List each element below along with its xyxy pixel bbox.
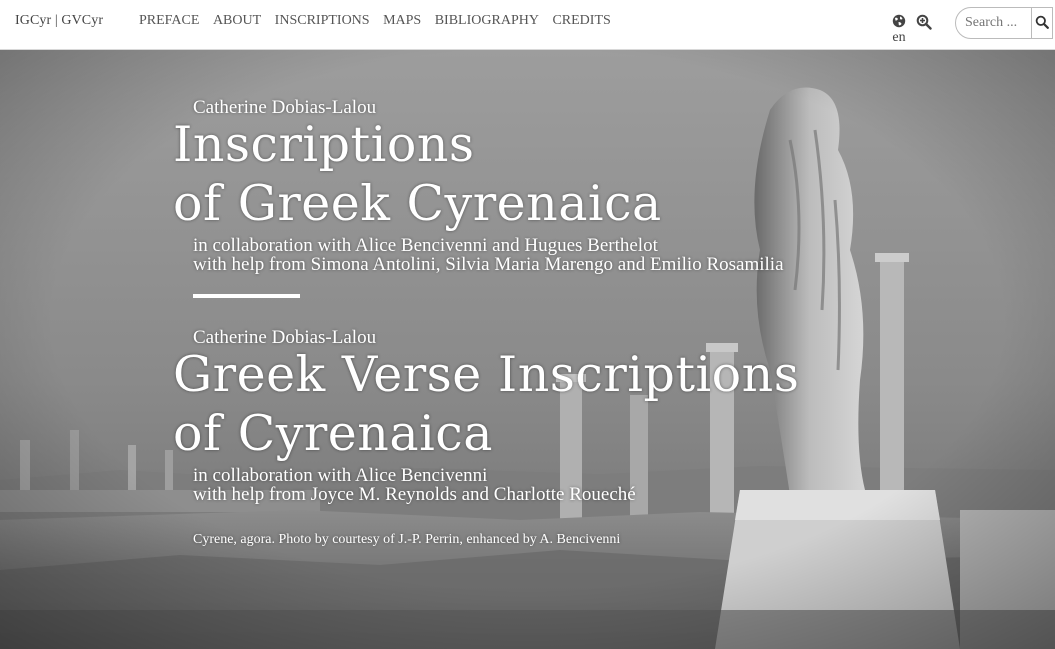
photo-caption: Cyrene, agora. Photo by courtesy of J.-P…	[193, 532, 621, 547]
globe-icon	[888, 14, 910, 30]
language-selector[interactable]: en	[888, 14, 910, 46]
menu-item-about[interactable]: ABOUT	[213, 13, 261, 29]
main-menu: PREFACE ABOUT INSCRIPTIONS MAPS BIBLIOGR…	[139, 13, 624, 29]
first-title-line2: of Greek Cyrenaica	[173, 175, 662, 232]
second-collab-line2: with help from Joyce M. Reynolds and Cha…	[193, 484, 636, 505]
zoom-icon[interactable]	[916, 14, 934, 30]
menu-item-inscriptions[interactable]: INSCRIPTIONS	[275, 13, 370, 29]
first-title-line1: Inscriptions	[173, 116, 475, 173]
second-collab-line1: in collaboration with Alice Bencivenni	[193, 465, 488, 486]
top-navbar: IGCyr | GVCyr PREFACE ABOUT INSCRIPTIONS…	[0, 0, 1055, 50]
menu-item-preface[interactable]: PREFACE	[139, 13, 199, 29]
search-icon	[1035, 15, 1049, 32]
menu-item-credits[interactable]: CREDITS	[552, 13, 610, 29]
menu-item-bibliography[interactable]: BIBLIOGRAPHY	[435, 13, 539, 29]
search-box	[955, 7, 1053, 39]
section-divider	[193, 294, 300, 298]
search-input[interactable]	[956, 8, 1031, 38]
first-collab-line1: in collaboration with Alice Bencivenni a…	[193, 235, 658, 256]
language-code: en	[892, 30, 906, 45]
second-title-line1: Greek Verse Inscriptions	[173, 346, 800, 403]
second-title-line2: of Cyrenaica	[173, 405, 493, 462]
first-collab-line2: with help from Simona Antolini, Silvia M…	[193, 254, 784, 275]
menu-item-maps[interactable]: MAPS	[383, 13, 421, 29]
brand-link[interactable]: IGCyr | GVCyr	[15, 13, 103, 29]
search-button[interactable]	[1031, 8, 1052, 38]
